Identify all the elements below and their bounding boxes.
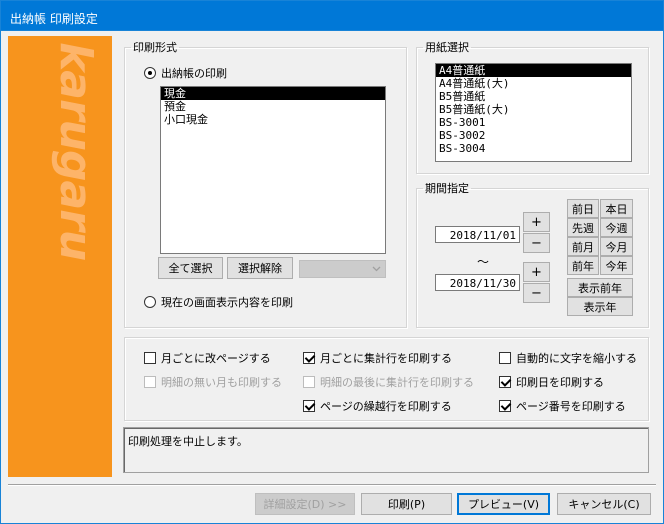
print-format-legend: 印刷形式 xyxy=(133,41,177,54)
account-listbox[interactable]: 現金 預金 小口現金 xyxy=(160,86,386,254)
checkbox-auto-shrink-text[interactable] xyxy=(499,352,511,364)
this-week-button[interactable]: 今週 xyxy=(600,218,633,237)
end-date-minus-button[interactable]: − xyxy=(523,283,550,303)
checkbox-print-date[interactable] xyxy=(499,376,511,388)
brand-logo-text: karugaru xyxy=(50,42,101,261)
display-year-button[interactable]: 表示年 xyxy=(567,297,633,316)
option-print-carryover[interactable]: ページの繰越行を印刷する xyxy=(303,398,452,414)
display-prev-year-button[interactable]: 表示前年 xyxy=(567,278,633,297)
label-auto-shrink-text: 自動的に文字を縮小する xyxy=(516,352,637,365)
today-button[interactable]: 本日 xyxy=(600,199,633,218)
paper-list-item[interactable]: BS-3002 xyxy=(436,129,631,142)
radio-ledger-print[interactable]: 出納帳の印刷 xyxy=(144,65,227,81)
window-title-bar[interactable]: 出納帳 印刷設定 xyxy=(0,0,664,31)
checkbox-print-total-at-end xyxy=(303,376,315,388)
this-year-button[interactable]: 今年 xyxy=(600,256,633,275)
radio-ledger-print-label: 出納帳の印刷 xyxy=(161,67,227,80)
start-date-minus-button[interactable]: − xyxy=(523,233,550,253)
start-date-plus-button[interactable]: + xyxy=(523,212,550,232)
prev-month-button[interactable]: 前月 xyxy=(567,237,599,256)
label-print-page-number: ページ番号を印刷する xyxy=(516,400,626,413)
print-button[interactable]: 印刷(P) xyxy=(361,493,452,515)
preview-button[interactable]: プレビュー(V) xyxy=(457,493,550,515)
deselect-button[interactable]: 選択解除 xyxy=(227,257,293,279)
label-print-total-at-end: 明細の最後に集計行を印刷する xyxy=(320,376,474,389)
window-title: 出納帳 印刷設定 xyxy=(10,12,98,26)
label-new-page-per-month: 月ごとに改ページする xyxy=(161,352,271,365)
paper-list-item[interactable]: A4普通紙 xyxy=(436,64,631,77)
paper-listbox[interactable]: A4普通紙 A4普通紙(大) B5普通紙 B5普通紙(大) BS-3001 BS… xyxy=(435,63,632,162)
label-print-empty-months: 明細の無い月も印刷する xyxy=(161,376,282,389)
paper-list-item[interactable]: B5普通紙 xyxy=(436,90,631,103)
end-date-plus-button[interactable]: + xyxy=(523,262,550,282)
checkbox-print-empty-months xyxy=(144,376,156,388)
details-button[interactable]: 詳細設定(D) >> xyxy=(255,493,355,515)
cancel-button[interactable]: キャンセル(C) xyxy=(557,493,651,515)
prev-year-button[interactable]: 前年 xyxy=(567,256,599,275)
option-print-monthly-total[interactable]: 月ごとに集計行を印刷する xyxy=(303,350,452,366)
option-print-page-number[interactable]: ページ番号を印刷する xyxy=(499,398,626,414)
checkbox-print-monthly-total[interactable] xyxy=(303,352,315,364)
radio-screen-print[interactable]: 現在の画面表示内容を印刷 xyxy=(144,294,293,310)
footer-divider xyxy=(8,484,656,486)
option-print-total-at-end: 明細の最後に集計行を印刷する xyxy=(303,374,474,390)
label-print-monthly-total: 月ごとに集計行を印刷する xyxy=(320,352,452,365)
status-message: 印刷処理を中止します。 xyxy=(128,435,248,448)
date-range-separator: ～ xyxy=(477,255,490,269)
paper-list-item[interactable]: A4普通紙(大) xyxy=(436,77,631,90)
brand-sidebar: karugaru xyxy=(8,36,112,477)
checkbox-new-page-per-month[interactable] xyxy=(144,352,156,364)
start-date-field[interactable]: 2018/11/01 xyxy=(435,226,520,243)
paper-list-item[interactable]: BS-3001 xyxy=(436,116,631,129)
account-list-item[interactable]: 現金 xyxy=(161,87,385,100)
paper-list-item[interactable]: BS-3004 xyxy=(436,142,631,155)
prev-day-button[interactable]: 前日 xyxy=(567,199,599,218)
option-new-page-per-month[interactable]: 月ごとに改ページする xyxy=(144,350,271,366)
chevron-down-icon[interactable] xyxy=(369,262,384,276)
option-print-empty-months: 明細の無い月も印刷する xyxy=(144,374,282,390)
paper-list-item[interactable]: B5普通紙(大) xyxy=(436,103,631,116)
period-legend: 期間指定 xyxy=(425,182,469,195)
checkbox-print-page-number[interactable] xyxy=(499,400,511,412)
brand-logo: karugaru xyxy=(45,40,105,270)
end-date-field[interactable]: 2018/11/30 xyxy=(435,274,520,291)
radio-ledger-print-indicator[interactable] xyxy=(144,67,156,79)
paper-select-legend: 用紙選択 xyxy=(425,41,469,54)
option-print-date[interactable]: 印刷日を印刷する xyxy=(499,374,604,390)
label-print-carryover: ページの繰越行を印刷する xyxy=(320,400,452,413)
prev-week-button[interactable]: 先週 xyxy=(567,218,599,237)
radio-screen-print-indicator[interactable] xyxy=(144,296,156,308)
account-list-item[interactable]: 預金 xyxy=(161,100,385,113)
radio-screen-print-label: 現在の画面表示内容を印刷 xyxy=(161,296,293,309)
account-list-item[interactable]: 小口現金 xyxy=(161,113,385,126)
checkbox-print-carryover[interactable] xyxy=(303,400,315,412)
status-message-area: 印刷処理を中止します。 xyxy=(123,427,649,473)
filter-combo[interactable] xyxy=(299,260,386,278)
select-all-button[interactable]: 全て選択 xyxy=(158,257,223,279)
label-print-date: 印刷日を印刷する xyxy=(516,376,604,389)
option-auto-shrink-text[interactable]: 自動的に文字を縮小する xyxy=(499,350,637,366)
this-month-button[interactable]: 今月 xyxy=(600,237,633,256)
